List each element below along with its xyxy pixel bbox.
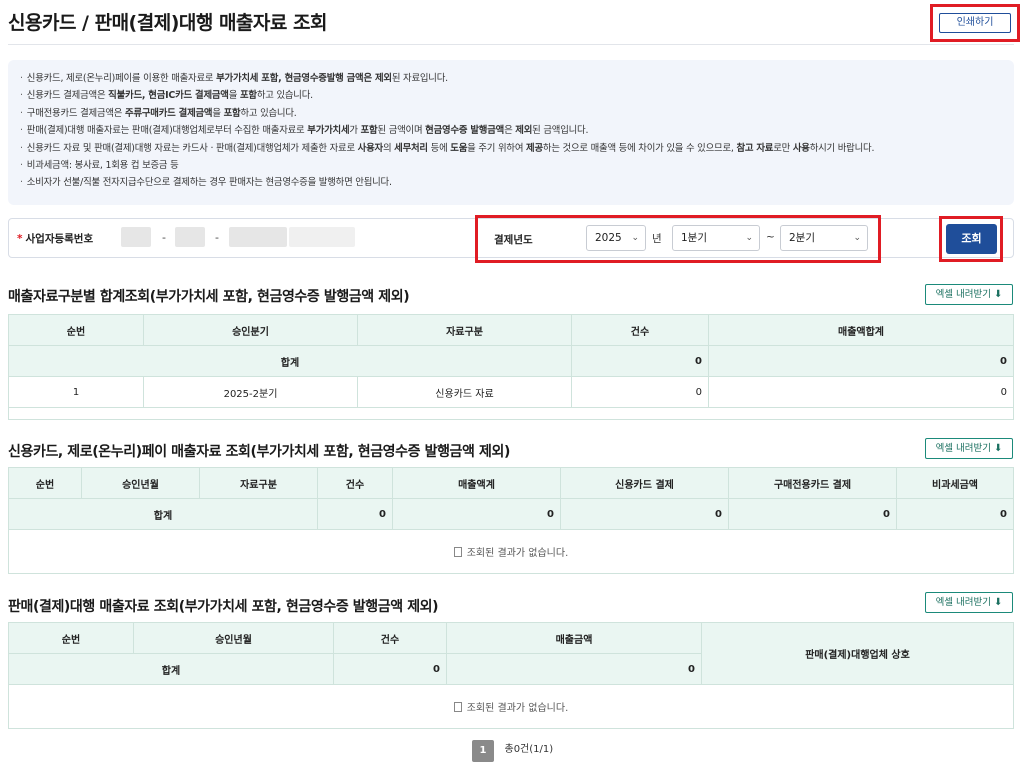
col-header: 승인년월: [81, 467, 200, 499]
empty-row: 조회된 결과가 없습니다.: [8, 684, 1014, 729]
year-select[interactable]: 2025 ⌄: [586, 225, 646, 251]
notice-item: 신용카드, 제로(온누리)페이를 이용한 매출자료로 부가가치세 포함, 현금영…: [20, 70, 1002, 87]
query-highlight: 조회: [939, 216, 1003, 262]
notice-item: 비과세금액: 봉사료, 1회용 컵 보증금 등: [20, 157, 1002, 174]
year-filter-highlight: 결제년도 2025 ⌄ 년 1분기 ⌄ ~ 2분기 ⌄: [475, 215, 881, 263]
summary-table: 순번 승인분기 자료구분 건수 매출액합계 합계 0 0 1 2025-2분기 …: [8, 314, 1014, 420]
dash-2: -: [215, 231, 219, 244]
page-number-button[interactable]: 1: [472, 740, 494, 762]
biz-number-part3: [229, 227, 287, 247]
col-header: 매출금액: [446, 622, 702, 654]
total-row: 합계 0 0 0 0 0: [8, 498, 1014, 530]
table-row: 1 2025-2분기 신용카드 자료 0 0: [8, 376, 1014, 408]
download-icon: ⬇: [994, 443, 1003, 454]
chevron-down-icon: ⌄: [631, 233, 639, 243]
total-row: 합계 0 0: [8, 345, 1014, 377]
col-header: 순번: [8, 314, 144, 346]
download-icon: ⬇: [994, 289, 1003, 300]
result-count: 총0건(1/1): [504, 744, 554, 755]
chevron-down-icon: ⌄: [745, 233, 753, 243]
section2-title: 신용카드, 제로(온누리)페이 매출자료 조회(부가가치세 포함, 현금영수증 …: [8, 444, 510, 460]
title-divider: [8, 44, 1014, 45]
section3-title: 판매(결제)대행 매출자료 조회(부가가치세 포함, 현금영수증 발행금액 제외…: [8, 599, 439, 615]
year-label: 결제년도: [494, 234, 533, 246]
biz-number-part1: [121, 227, 151, 247]
empty-row: 조회된 결과가 없습니다.: [8, 529, 1014, 574]
page-title: 신용카드 / 판매(결제)대행 매출자료 조회: [8, 12, 327, 34]
range-tilde: ~: [766, 231, 775, 243]
document-icon: [453, 547, 462, 557]
col-header: 승인년월: [133, 622, 334, 654]
biz-number-part4: [289, 227, 355, 247]
from-quarter-select[interactable]: 1분기 ⌄: [672, 225, 760, 251]
col-header: 건수: [333, 622, 447, 654]
print-button[interactable]: 인쇄하기: [939, 13, 1011, 33]
col-header: 승인분기: [143, 314, 358, 346]
notice-item: 신용카드 결제금액은 직불카드, 현금IC카드 결제금액을 포함하고 있습니다.: [20, 87, 1002, 104]
col-header: 건수: [317, 467, 393, 499]
pagination: 1 총0건(1/1): [472, 740, 553, 762]
print-highlight: 인쇄하기: [930, 4, 1020, 42]
col-header: 비과세금액: [896, 467, 1014, 499]
chevron-down-icon: ⌄: [853, 233, 861, 243]
col-header: 순번: [8, 467, 82, 499]
col-header: 매출액계: [392, 467, 561, 499]
document-icon: [453, 702, 462, 712]
agency-sales-table: 순번 승인년월 건수 매출금액 판매(결제)대행업체 상호 합계 0 0 조회된…: [8, 622, 1014, 729]
excel-download-button-3[interactable]: 엑셀 내려받기 ⬇: [925, 592, 1013, 613]
col-header: 자료구분: [357, 314, 572, 346]
dash-1: -: [162, 231, 166, 244]
col-header: 구매전용카드 결제: [728, 467, 897, 499]
col-header: 신용카드 결제: [560, 467, 729, 499]
notice-item: 판매(결제)대행 매출자료는 판매(결제)대행업체로부터 수집한 매출자료로 부…: [20, 122, 1002, 139]
to-quarter-select[interactable]: 2분기 ⌄: [780, 225, 868, 251]
biz-number-label: * 사업자등록번호: [17, 233, 94, 245]
year-unit: 년: [652, 233, 662, 245]
col-header: 순번: [8, 622, 134, 654]
biz-number-part2: [175, 227, 205, 247]
card-sales-table: 순번 승인년월 자료구분 건수 매출액계 신용카드 결제 구매전용카드 결제 비…: [8, 467, 1014, 574]
col-header: 자료구분: [199, 467, 318, 499]
excel-download-button-1[interactable]: 엑셀 내려받기 ⬇: [925, 284, 1013, 305]
notice-item: 소비자가 선불/직불 전자지급수단으로 결제하는 경우 판매자는 현금영수증을 …: [20, 174, 1002, 191]
download-icon: ⬇: [994, 597, 1003, 608]
notice-item: 신용카드 자료 및 판매(결제)대행 자료는 카드사 · 판매(결제)대행업체가…: [20, 140, 1002, 157]
notice-box: 신용카드, 제로(온누리)페이를 이용한 매출자료로 부가가치세 포함, 현금영…: [8, 60, 1014, 205]
col-header: 건수: [571, 314, 709, 346]
query-button[interactable]: 조회: [946, 224, 997, 254]
excel-download-button-2[interactable]: 엑셀 내려받기 ⬇: [925, 438, 1013, 459]
col-header: 매출액합계: [708, 314, 1014, 346]
col-header: 판매(결제)대행업체 상호: [701, 622, 1014, 685]
notice-item: 구매전용카드 결제금액은 주류구매카드 결제금액을 포함하고 있습니다.: [20, 105, 1002, 122]
section1-title: 매출자료구분별 합계조회(부가가치세 포함, 현금영수증 발행금액 제외): [8, 289, 410, 305]
